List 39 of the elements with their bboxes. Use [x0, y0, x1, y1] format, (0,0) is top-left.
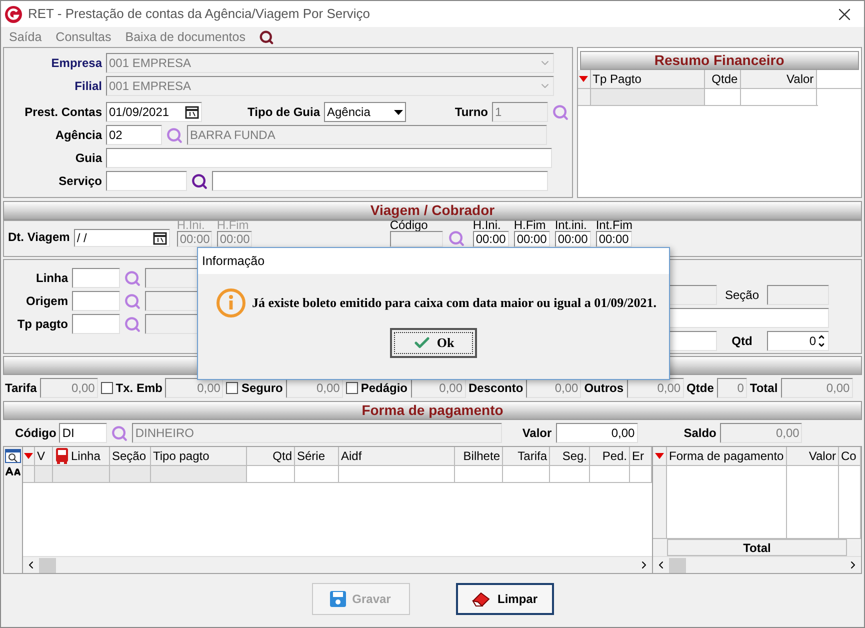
field-label: Tp pagto — [17, 316, 68, 333]
field-label: H.Ini. — [176, 219, 206, 231]
dialog-title: Informação — [202, 252, 265, 270]
field-label: H.Fim — [514, 219, 547, 231]
field-label: Valor — [522, 426, 552, 440]
field-label: Dt. Viagem — [8, 230, 70, 244]
field-label: Pedágio — [360, 380, 408, 397]
field-label: Seguro — [241, 380, 283, 397]
field-label: Código — [390, 219, 429, 231]
field-label: Tarifa — [5, 380, 37, 397]
field-label: Origem — [26, 293, 68, 310]
field-label: Qtde — [686, 380, 714, 397]
field-label: Prest. Contas — [24, 104, 102, 121]
field-label: Tipo de Guia — [248, 104, 320, 121]
window-title: RET - Prestação de contas da Agência/Viagem Por Serviço — [28, 5, 370, 24]
field-label: H.Fim — [216, 219, 250, 231]
field-label: Código — [15, 425, 56, 442]
field-label: Serviço — [58, 173, 102, 190]
field-label: Agência — [55, 127, 102, 144]
field-label: Empresa — [51, 55, 102, 72]
field-label: Linha — [36, 270, 68, 287]
field-label: Desconto — [468, 380, 524, 397]
field-label: Int.Fim — [596, 219, 632, 231]
section-header: Forma de pagamento — [3, 401, 862, 420]
field-label: Tx. Emb — [116, 380, 162, 397]
field-label: Turno — [454, 104, 488, 121]
field-label: Qtd — [732, 333, 752, 350]
total-cell: Total — [667, 539, 847, 556]
field-label: Seção — [724, 287, 760, 304]
section-header: Viagem / Cobrador — [3, 201, 862, 220]
section-header: Resumo Financeiro — [580, 51, 859, 70]
field-label: Outros — [584, 380, 624, 397]
field-label: Filial — [74, 78, 102, 95]
dialog-message: Já existe boleto emitido para caixa com data maior ou igual a 01/09/2021. — [252, 294, 657, 312]
field-label: Saldo — [684, 426, 716, 440]
field-label: H.Ini. — [472, 219, 502, 231]
field-label: Total — [750, 380, 778, 397]
field-label: Int.ini. — [554, 219, 588, 231]
field-label: Guia — [75, 150, 102, 167]
